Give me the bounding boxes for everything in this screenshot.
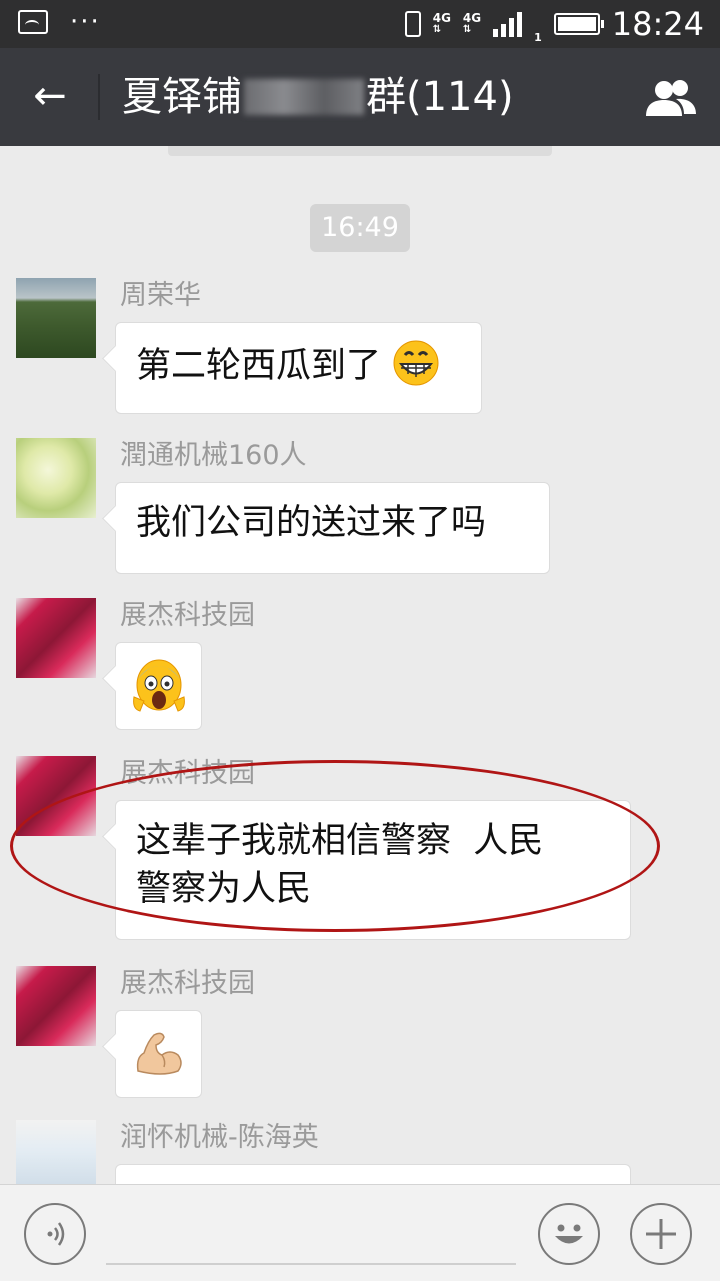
sender-name: 展杰科技园	[120, 600, 255, 631]
more-actions-button[interactable]	[630, 1203, 692, 1265]
message-text: 第二轮西瓜到了	[136, 346, 382, 386]
back-arrow-icon[interactable]: ←	[28, 74, 72, 118]
status-clock: 18:24	[611, 5, 704, 43]
message-text-line-2: 警察为人民	[136, 869, 312, 909]
header-divider	[98, 74, 100, 120]
screenshot-notification-icon	[18, 10, 48, 34]
voice-input-button[interactable]	[24, 1203, 86, 1265]
signal-strength-icon	[493, 11, 523, 37]
group-members-icon[interactable]	[642, 78, 698, 118]
chat-title-suffix: 群(114)	[366, 74, 514, 120]
message-bubble[interactable]: 我们公司的送过来了吗	[115, 482, 550, 574]
battery-icon	[553, 13, 604, 35]
previous-message-edge	[168, 146, 552, 156]
message-input[interactable]	[106, 1263, 516, 1265]
smiley-icon	[555, 1224, 583, 1244]
avatar[interactable]	[16, 966, 96, 1046]
network-type-icon: 4G ⇅	[432, 11, 451, 35]
sender-name: 潤通机械160人	[120, 440, 307, 471]
avatar[interactable]	[16, 278, 96, 358]
time-divider: 16:49	[310, 204, 410, 252]
message-text: 我们公司的送过来了吗	[136, 503, 487, 543]
vibrate-icon	[404, 11, 421, 37]
blurred-title-segment	[244, 79, 364, 115]
chat-title: 夏铎铺 群(114)	[122, 68, 514, 126]
avatar[interactable]	[16, 756, 96, 836]
chat-header: ← 夏铎铺 群(114)	[0, 48, 720, 146]
avatar[interactable]	[16, 1120, 96, 1184]
grinning-face-emoji-icon	[393, 340, 439, 386]
sim-index-label: 1	[534, 31, 542, 44]
plus-icon	[646, 1219, 676, 1249]
emoji-button[interactable]	[538, 1203, 600, 1265]
flexed-biceps-emoji-icon	[136, 1032, 182, 1075]
voice-icon	[47, 1222, 65, 1246]
more-notifications-icon: ···	[70, 7, 101, 37]
avatar[interactable]	[16, 438, 96, 518]
message-bubble[interactable]: 第二轮西瓜到了	[115, 322, 482, 414]
sender-name: 润怀机械-陈海英	[120, 1122, 319, 1153]
message-bubble[interactable]: 这辈子我就相信警察 人民 警察为人民	[115, 800, 631, 940]
sender-name: 周荣华	[120, 280, 201, 311]
message-bubble[interactable]	[115, 1010, 202, 1098]
avatar[interactable]	[16, 598, 96, 678]
screaming-face-emoji-icon	[133, 659, 185, 712]
network-type-icon-2: 4G ⇅	[462, 11, 482, 35]
chat-title-prefix: 夏铎铺	[122, 74, 242, 120]
sender-name: 展杰科技园	[120, 758, 255, 789]
message-bubble[interactable]	[115, 1164, 631, 1184]
message-text-line-1: 这辈子我就相信警察 人民	[136, 821, 544, 861]
input-bar	[0, 1184, 720, 1281]
message-bubble[interactable]	[115, 642, 202, 730]
chat-messages[interactable]: 16:49 周荣华 第二轮西瓜到了 潤通机械160人 我们公司的送过来了吗 展杰…	[0, 146, 720, 1184]
status-bar: ··· 4G ⇅ 4G ⇅ 1 18:24	[0, 0, 720, 48]
sender-name: 展杰科技园	[120, 968, 255, 999]
